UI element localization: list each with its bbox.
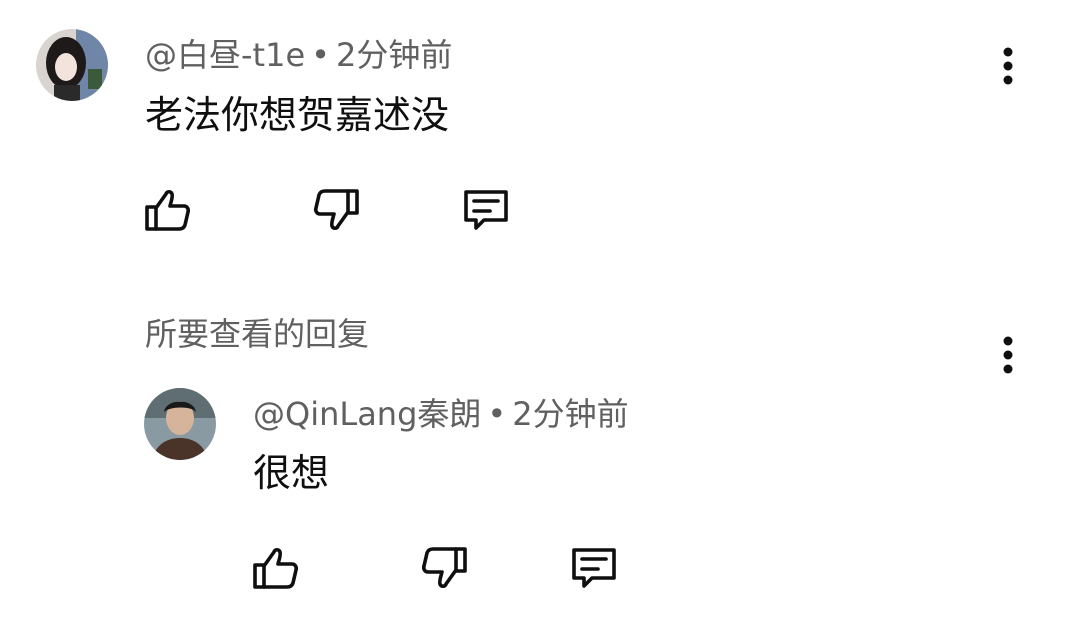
thumbs-down-icon	[313, 189, 359, 231]
more-vertical-icon	[1003, 336, 1013, 374]
dislike-button[interactable]	[418, 542, 470, 594]
comment-time: 2分钟前	[512, 395, 629, 433]
comment-time: 2分钟前	[336, 36, 453, 74]
replies-header: 所要查看的回复	[145, 315, 370, 353]
dislike-button[interactable]	[310, 184, 362, 236]
meta-separator: •	[311, 36, 331, 74]
more-options-button[interactable]	[988, 36, 1028, 96]
like-button[interactable]	[250, 542, 302, 594]
thumbs-down-icon	[421, 547, 467, 589]
comment-bubble-icon	[572, 548, 616, 588]
like-button[interactable]	[142, 184, 194, 236]
thumbs-up-icon	[145, 189, 191, 231]
reply-button[interactable]	[460, 184, 512, 236]
comment-meta: @白昼-t1e • 2分钟前	[145, 39, 452, 71]
meta-separator: •	[487, 395, 507, 433]
avatar-photo-girl-icon	[36, 29, 108, 101]
comment-text: 很想	[253, 451, 330, 495]
reply-button[interactable]	[568, 542, 620, 594]
comment-author[interactable]: @QinLang秦朗	[253, 395, 481, 433]
comment-text: 老法你想贺嘉述没	[145, 93, 450, 137]
comment-author[interactable]: @白昼-t1e	[145, 36, 305, 74]
more-vertical-icon	[1003, 47, 1013, 85]
more-options-button[interactable]	[988, 325, 1028, 385]
avatar[interactable]	[36, 29, 108, 101]
avatar[interactable]	[144, 388, 216, 460]
comment-bubble-icon	[464, 190, 508, 230]
thumbs-up-icon	[253, 547, 299, 589]
avatar-photo-man-icon	[144, 388, 216, 460]
comment-meta: @QinLang秦朗 • 2分钟前	[253, 398, 629, 430]
